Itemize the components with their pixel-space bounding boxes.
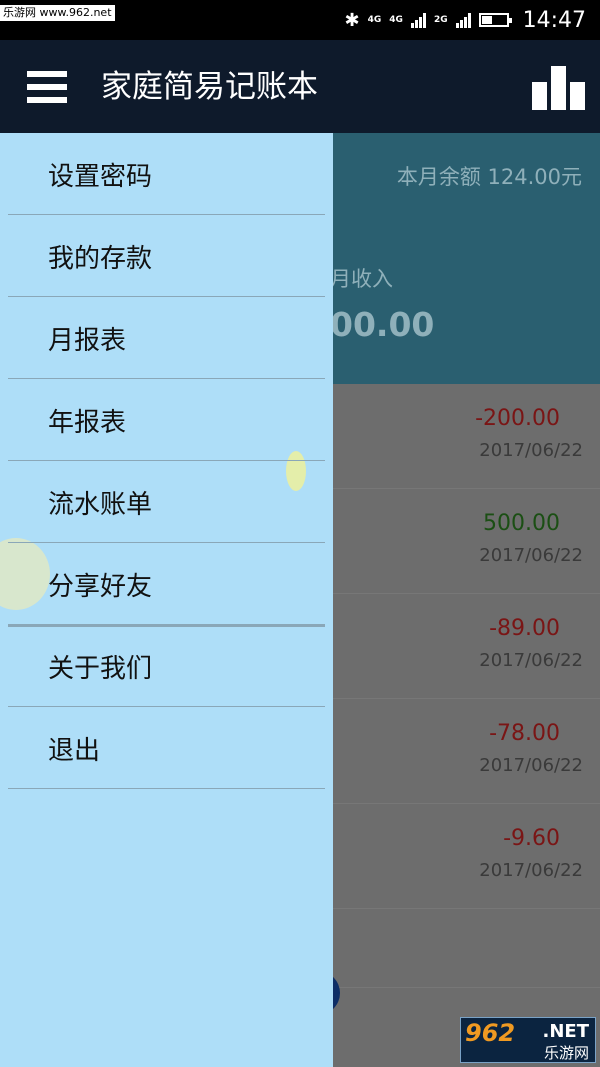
menu-item-label: 分享好友 xyxy=(48,572,153,602)
app-bar: 家庭简易记账本 xyxy=(0,40,600,133)
record-date: 2017/06/22 xyxy=(479,545,583,566)
record-date: 2017/06/22 xyxy=(479,440,583,461)
hamburger-menu-icon[interactable] xyxy=(27,71,67,103)
menu-item-share-friends[interactable]: 分享好友 xyxy=(8,543,325,627)
menu-item-label: 退出 xyxy=(48,736,101,766)
watermark-logo: 962 .NET 乐游网 xyxy=(460,1017,596,1063)
menu-item-label: 我的存款 xyxy=(48,244,153,274)
menu-item-exit[interactable]: 退出 xyxy=(8,707,325,789)
menu-item-label: 年报表 xyxy=(48,408,127,438)
status-icons: ✱ 4G 4G 2G 14:47 xyxy=(345,0,600,40)
record-amount: -9.60 xyxy=(503,826,560,851)
clock: 14:47 xyxy=(522,7,586,33)
menu-item-my-savings[interactable]: 我的存款 xyxy=(8,215,325,297)
battery-icon xyxy=(478,13,512,27)
record-date: 2017/06/22 xyxy=(479,860,583,881)
watermark-text: 乐游网 www.962.net xyxy=(0,5,115,21)
menu-item-label: 设置密码 xyxy=(48,162,153,192)
network-2g-label: 2G xyxy=(433,15,448,25)
bluetooth-icon: ✱ xyxy=(344,9,360,31)
battery-fill xyxy=(481,16,492,24)
month-balance: 本月余额 124.00元 xyxy=(396,165,582,189)
watermark-logo-number: 962 xyxy=(465,1019,516,1047)
app-title: 家庭简易记账本 xyxy=(101,69,318,105)
income-value: 00.00 xyxy=(330,305,435,344)
menu-item-transactions[interactable]: 流水账单 xyxy=(8,461,325,543)
record-date: 2017/06/22 xyxy=(479,650,583,671)
menu-item-about-us[interactable]: 关于我们 xyxy=(8,625,325,707)
menu-item-label: 流水账单 xyxy=(48,490,153,520)
signal-icon xyxy=(410,12,426,28)
record-amount: -200.00 xyxy=(475,406,560,431)
watermark-logo-name: 乐游网 xyxy=(543,1044,589,1062)
navigation-drawer: 设置密码 我的存款 月报表 年报表 流水账单 分享好友 关于我们 退出 xyxy=(0,133,333,1067)
menu-item-label: 关于我们 xyxy=(48,654,153,684)
income-label: 月收入 xyxy=(330,267,393,291)
menu-item-yearly-report[interactable]: 年报表 xyxy=(8,379,325,461)
network-4g-label-2: 4G xyxy=(389,15,403,25)
record-amount: -89.00 xyxy=(489,616,560,641)
record-date: 2017/06/22 xyxy=(479,755,583,776)
menu-item-label: 月报表 xyxy=(48,326,127,356)
status-bar: 乐游网 www.962.net ✱ 4G 4G 2G 14:47 xyxy=(0,0,600,40)
record-amount: 500.00 xyxy=(483,511,560,536)
menu-item-monthly-report[interactable]: 月报表 xyxy=(8,297,325,379)
watermark-logo-net: .NET xyxy=(542,1021,589,1042)
network-4g-label: 4G xyxy=(367,15,382,25)
bar-chart-icon[interactable] xyxy=(532,66,586,110)
record-amount: -78.00 xyxy=(489,721,560,746)
menu-item-set-password[interactable]: 设置密码 xyxy=(8,133,325,215)
signal-icon-2 xyxy=(455,12,471,28)
